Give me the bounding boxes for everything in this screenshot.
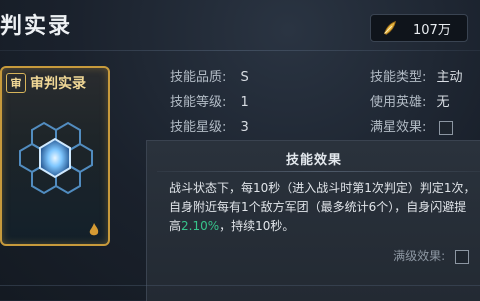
hero-value: 无	[436, 95, 450, 110]
flame-icon	[89, 223, 99, 236]
hero-label: 使用英雄:	[370, 95, 427, 110]
level-value: 1	[240, 95, 249, 110]
fullstar-label: 满星效果:	[370, 120, 427, 135]
star-row: 技能星级: 3	[170, 116, 249, 135]
header-divider	[0, 50, 480, 51]
gold-feather-icon	[384, 21, 396, 35]
type-value: 主动	[436, 70, 463, 85]
page-title: 判实录	[0, 14, 73, 39]
effect-line-3-post: ，持续10秒。	[219, 219, 295, 233]
effect-value-highlight: 2.10%	[181, 219, 220, 233]
card-title: 审 审判实录	[6, 72, 104, 94]
type-row: 技能类型: 主动	[370, 66, 463, 85]
hero-row: 使用英雄: 无	[370, 91, 450, 110]
effect-line-1: 战斗状态下，每10秒（进入战斗时第1次判定）判定1次，	[169, 181, 469, 195]
level-row: 技能等级: 1	[170, 91, 249, 110]
full-level-row: 满级效果:	[393, 247, 469, 264]
star-label: 技能星级:	[170, 120, 227, 135]
full-level-label: 满级效果:	[393, 249, 446, 263]
footer-divider	[0, 285, 480, 286]
effect-line-3: 高2.10%，持续10秒。	[169, 217, 469, 236]
quality-value: S	[240, 70, 249, 85]
effect-description: 战斗状态下，每10秒（进入战斗时第1次判定）判定1次， 自身附近每有1个敌方军团…	[169, 179, 469, 236]
effect-divider	[157, 171, 480, 172]
effect-title: 技能效果	[285, 153, 342, 168]
fullstar-row: 满星效果:	[370, 116, 453, 135]
star-value: 3	[240, 120, 249, 135]
effect-panel: 技能效果 战斗状态下，每10秒（进入战斗时第1次判定）判定1次， 自身附近每有1…	[146, 140, 480, 301]
currency-amount: 107万	[413, 22, 451, 38]
level-label: 技能等级:	[170, 95, 227, 110]
quality-row: 技能品质: S	[170, 66, 249, 85]
currency-display[interactable]: 107万	[370, 14, 468, 42]
effect-line-2: 自身附近每有1个敌方军团（最多统计6个），自身闪避提	[169, 200, 467, 214]
card-badge: 审	[6, 73, 26, 93]
effect-line-3-pre: 高	[169, 219, 182, 233]
fullstar-checkbox[interactable]	[438, 120, 453, 135]
hexagon-shield-icon	[19, 121, 93, 195]
card-title-text: 审判实录	[30, 76, 86, 92]
type-label: 技能类型:	[370, 70, 427, 85]
skill-card[interactable]: 审 审判实录	[0, 66, 110, 246]
quality-label: 技能品质:	[170, 70, 227, 85]
full-level-checkbox[interactable]	[455, 249, 469, 264]
